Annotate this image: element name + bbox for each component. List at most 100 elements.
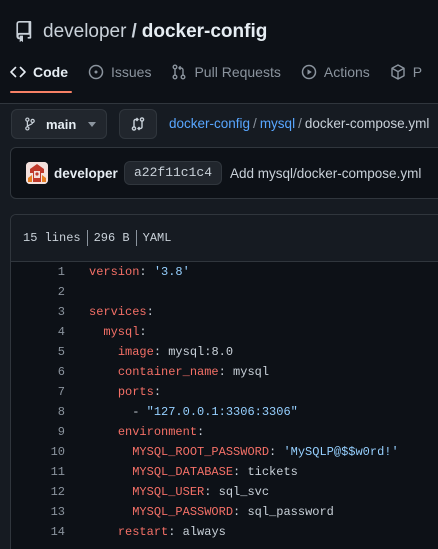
yaml-separator: :: [139, 265, 154, 279]
line-content: mysql:: [65, 322, 147, 342]
yaml-separator: :: [146, 305, 154, 319]
identicon-avatar-icon: [26, 162, 48, 184]
branch-icon: [25, 117, 35, 131]
yaml-value: tickets: [247, 465, 298, 479]
tab-pull-requests[interactable]: Pull Requests: [161, 54, 290, 90]
yaml-key: container_name: [117, 365, 219, 379]
line-content: [65, 282, 89, 302]
yaml-separator: :: [139, 325, 147, 339]
breadcrumb-separator: /: [253, 116, 257, 131]
yaml-key: image: [117, 345, 154, 359]
yaml-separator: :: [153, 385, 162, 399]
package-icon: [391, 64, 405, 80]
line-number[interactable]: 1: [11, 262, 65, 282]
commit-message-link[interactable]: Add mysql/docker-compose.yml: [230, 166, 421, 181]
breadcrumb: docker-config / mysql / docker-compose.yml: [169, 116, 429, 131]
code-line: 1 version: '3.8': [11, 262, 438, 282]
yaml-value: sql_svc: [218, 485, 270, 499]
line-content: image: mysql:8.0: [65, 342, 233, 362]
repo-tabs: Code Issues Pull Requests Actions P: [0, 54, 438, 93]
tab-code-label: Code: [33, 64, 68, 80]
tab-projects[interactable]: P: [380, 54, 432, 90]
commit-author-link[interactable]: developer: [54, 166, 118, 181]
repo-owner-link[interactable]: developer: [43, 21, 126, 43]
line-number[interactable]: 10: [11, 442, 65, 462]
line-number[interactable]: 8: [11, 402, 65, 422]
line-number[interactable]: 13: [11, 502, 65, 522]
yaml-value: "127.0.0.1:3306:3306": [146, 405, 298, 419]
line-content: environment:: [65, 422, 204, 442]
repo-name-link[interactable]: docker-config: [142, 21, 268, 43]
yaml-separator: :: [269, 445, 284, 459]
line-number[interactable]: 9: [11, 422, 65, 442]
line-content: MYSQL_USER: sql_svc: [65, 482, 269, 502]
compare-icon: [131, 117, 145, 131]
line-content: MYSQL_DATABASE: tickets: [65, 462, 298, 482]
breadcrumb-file: docker-compose.yml: [304, 116, 430, 131]
line-number[interactable]: 2: [11, 282, 65, 302]
line-number[interactable]: 7: [11, 382, 65, 402]
file-toolbar: main docker-config / mysql / docker-compose.…: [0, 104, 438, 144]
breadcrumb-folder-link[interactable]: mysql: [260, 116, 295, 131]
line-number[interactable]: 11: [11, 462, 65, 482]
commit-sha-button[interactable]: a22f11c1c4: [124, 161, 223, 185]
yaml-separator: :: [218, 365, 234, 379]
repo-separator: /: [131, 21, 137, 42]
issue-icon: [88, 64, 104, 80]
line-content: ports:: [65, 382, 161, 402]
meta-divider: [135, 230, 137, 246]
code-line: 14 restart: always: [11, 522, 438, 542]
breadcrumb-root-link[interactable]: docker-config: [169, 116, 250, 131]
latest-commit-bar: developer a22f11c1c4 Add mysql/docker-co…: [10, 147, 438, 199]
line-content: - "127.0.0.1:3306:3306": [65, 402, 298, 422]
code-line: 9 environment:: [11, 422, 438, 442]
line-number[interactable]: 5: [11, 342, 65, 362]
line-content: restart: always: [65, 522, 226, 542]
yaml-key: ports: [117, 385, 154, 399]
tab-actions[interactable]: Actions: [291, 54, 380, 90]
line-number[interactable]: 6: [11, 362, 65, 382]
yaml-separator: :: [197, 425, 205, 439]
yaml-key: environment: [117, 425, 198, 439]
tab-issues[interactable]: Issues: [78, 54, 161, 90]
tab-issues-label: Issues: [111, 64, 152, 80]
file-meta-bar: 15 lines 296 B YAML: [11, 215, 438, 262]
code-line: 11 MYSQL_DATABASE: tickets: [11, 462, 438, 482]
yaml-separator: :: [233, 505, 248, 519]
branch-selector-button[interactable]: main: [11, 109, 107, 139]
line-number[interactable]: 4: [11, 322, 65, 342]
code-line: 3 services:: [11, 302, 438, 322]
yaml-separator: :: [204, 485, 219, 499]
yaml-separator: :: [153, 345, 169, 359]
code-line: 7 ports:: [11, 382, 438, 402]
yaml-key: restart: [117, 525, 169, 539]
play-icon: [301, 64, 317, 80]
line-number[interactable]: 14: [11, 522, 65, 542]
tab-projects-label: P: [412, 64, 423, 80]
tab-code[interactable]: Code: [0, 54, 78, 93]
line-number[interactable]: 3: [11, 302, 65, 322]
yaml-value: mysql: [233, 365, 270, 379]
yaml-separator: -: [132, 405, 147, 419]
code-icon: [10, 66, 26, 78]
line-number[interactable]: 12: [11, 482, 65, 502]
code-view[interactable]: 1 version: '3.8' 2 3 services: 4 mysql: 5 imag…: [11, 262, 438, 542]
meta-divider: [86, 230, 88, 246]
file-size: 296 B: [93, 231, 130, 245]
code-line: 6 container_name: mysql: [11, 362, 438, 382]
code-line: 13 MYSQL_PASSWORD: sql_password: [11, 502, 438, 522]
line-content: services:: [65, 302, 154, 322]
file-viewer: 15 lines 296 B YAML 1 version: '3.8' 2 3 ser…: [10, 214, 438, 549]
compare-button[interactable]: [119, 109, 157, 139]
yaml-key: services: [89, 305, 147, 319]
avatar[interactable]: [26, 162, 48, 184]
line-content: container_name: mysql: [65, 362, 269, 382]
